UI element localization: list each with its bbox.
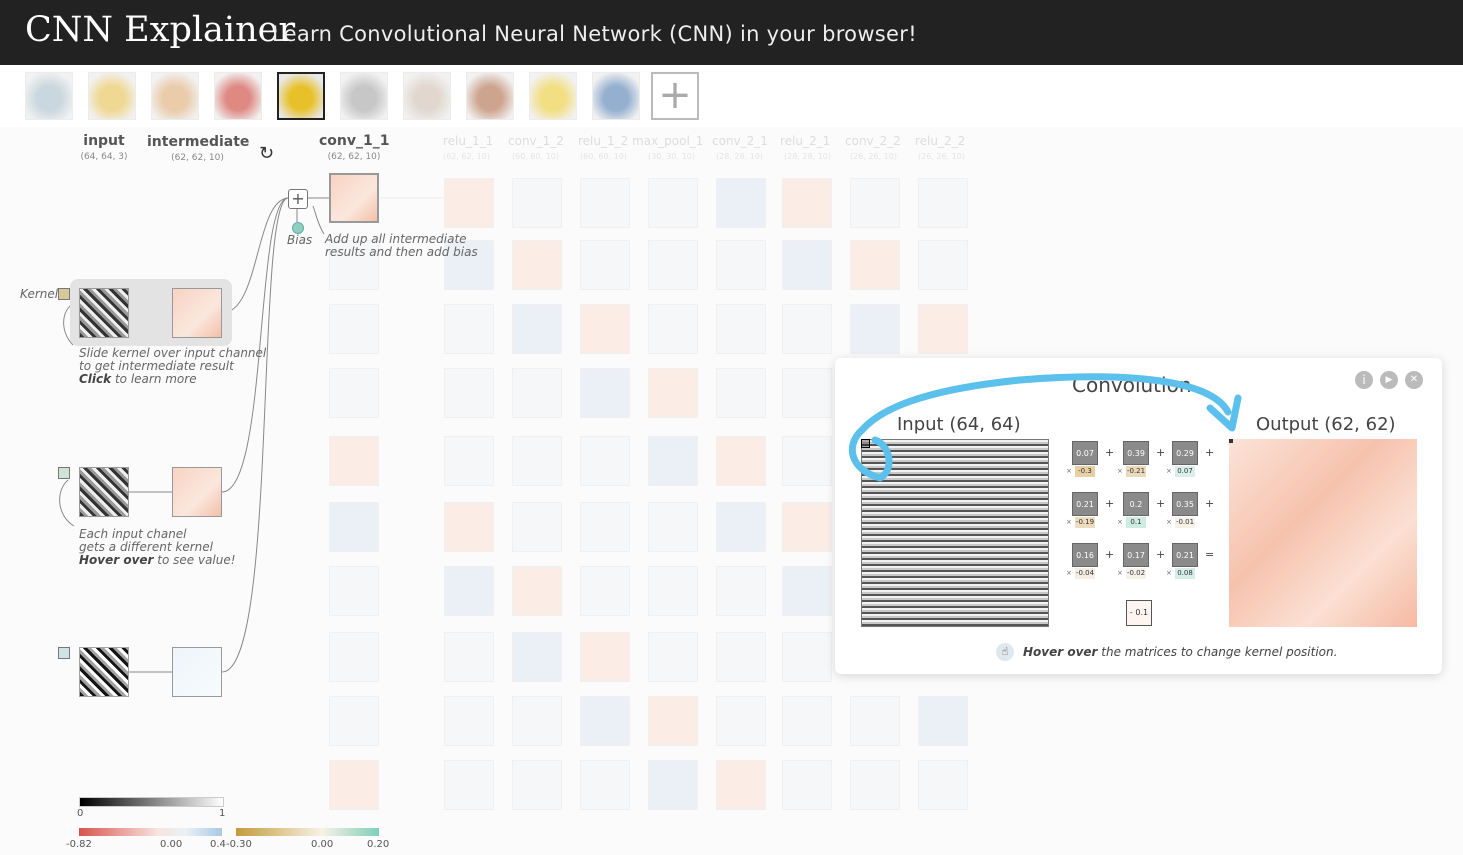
sum-node: + <box>288 189 308 209</box>
gray-legend-min: 0 <box>77 808 84 819</box>
gray-legend-bar <box>79 797 224 807</box>
intermediate-result-2[interactable] <box>172 467 222 517</box>
popup-hint: Hover over the matrices to change kernel… <box>1023 645 1337 659</box>
bias-label: Bias <box>287 233 313 247</box>
brownteal-legend-max: 0.20 <box>367 839 390 850</box>
redblue-legend-max: 0.4 <box>210 839 226 850</box>
matrix-cell-value[interactable]: 0.21 <box>1072 492 1098 516</box>
conv-output-map[interactable] <box>329 173 379 223</box>
matrix-cell-value[interactable]: 0.21 <box>1172 543 1198 567</box>
kernel-weight[interactable]: 0.07 <box>1175 466 1195 477</box>
intermediate-result-1[interactable] <box>172 288 222 338</box>
popup-input-image[interactable] <box>861 439 1049 627</box>
plus-operator: + <box>1105 446 1115 459</box>
times-operator: × <box>1117 569 1123 577</box>
matrix-cell-value[interactable]: 0.29 <box>1172 441 1198 465</box>
times-operator: × <box>1066 569 1072 577</box>
plus-operator: + <box>1205 497 1215 510</box>
kernel-icon-1[interactable] <box>58 288 70 300</box>
output-pixel-marker <box>1229 439 1233 443</box>
bias-value-box: - 0.1 <box>1126 600 1152 626</box>
gray-legend-max: 1 <box>219 808 226 819</box>
kernel-window[interactable] <box>861 439 870 448</box>
kernel-weight[interactable]: -0.3 <box>1075 466 1095 477</box>
slide-kernel-note: Slide kernel over input channel to get i… <box>79 347 266 386</box>
times-operator: × <box>1066 518 1072 526</box>
each-line-2: gets a different kernel <box>79 540 213 554</box>
input-channel-3[interactable] <box>79 647 129 697</box>
kernel-weight[interactable]: 0.08 <box>1175 568 1195 579</box>
times-operator: × <box>1117 467 1123 475</box>
matrix-cell-value[interactable]: 0.17 <box>1123 543 1149 567</box>
kernel-label: Kernel <box>20 287 59 301</box>
click-bold: Click <box>79 372 112 386</box>
plus-operator: + <box>1105 497 1115 510</box>
kernel-weight[interactable]: -0.19 <box>1075 517 1095 528</box>
kernel-weight[interactable]: 0.1 <box>1126 517 1146 528</box>
equals-operator: = <box>1205 548 1215 561</box>
slide-line-2: to get intermediate result <box>79 359 234 373</box>
add-up-line-1: Add up all intermediate <box>325 232 467 246</box>
kernel-weight[interactable]: -0.02 <box>1126 568 1146 579</box>
popup-output-image[interactable] <box>1229 439 1417 627</box>
each-line-1: Each input chanel <box>79 527 187 541</box>
kernel-weight[interactable]: -0.01 <box>1175 517 1195 528</box>
plus-operator: + <box>1156 548 1166 561</box>
slide-line-1: Slide kernel over input channel <box>79 346 267 360</box>
matrix-cell-value[interactable]: 0.16 <box>1072 543 1098 567</box>
matrix-cell-value[interactable]: 0.07 <box>1072 441 1098 465</box>
times-operator: × <box>1166 467 1172 475</box>
brownteal-legend-mid: 0.00 <box>311 839 334 850</box>
info-icon[interactable]: i <box>1355 371 1373 389</box>
popup-output-label: Output (62, 62) <box>1256 414 1396 435</box>
redblue-legend-mid: 0.00 <box>160 839 183 850</box>
add-up-note: Add up all intermediate results and then… <box>325 233 478 259</box>
add-up-line-2: results and then add bias <box>325 245 478 259</box>
intermediate-result-3[interactable] <box>172 647 222 697</box>
popup-input-label: Input (64, 64) <box>897 414 1021 435</box>
times-operator: × <box>1166 518 1172 526</box>
times-operator: × <box>1117 518 1123 526</box>
plus-operator: + <box>1156 446 1166 459</box>
redblue-legend-bar <box>79 828 222 836</box>
close-icon[interactable]: ✕ <box>1405 371 1423 389</box>
times-operator: × <box>1066 467 1072 475</box>
plus-operator: + <box>1156 497 1166 510</box>
kernel-icon-3[interactable] <box>58 647 70 659</box>
redblue-legend-min: -0.82 <box>66 839 92 850</box>
input-channel-2[interactable] <box>79 467 129 517</box>
each-channel-note: Each input chanel gets a different kerne… <box>79 528 236 567</box>
matrix-cell-value[interactable]: 0.2 <box>1123 492 1149 516</box>
hover-rest: to see value! <box>153 553 236 567</box>
kernel-weight[interactable]: -0.21 <box>1126 466 1146 477</box>
play-icon[interactable]: ▶ <box>1380 371 1398 389</box>
brownteal-legend-bar <box>236 828 379 836</box>
input-channel-1[interactable] <box>79 288 129 338</box>
times-operator: × <box>1166 569 1172 577</box>
hint-rest: the matrices to change kernel position. <box>1097 645 1338 659</box>
popup-title: Convolution <box>1072 373 1192 397</box>
click-rest: to learn more <box>111 372 197 386</box>
kernel-icon-2[interactable] <box>58 467 70 479</box>
plus-operator: + <box>1105 548 1115 561</box>
brownteal-legend-min: -0.30 <box>226 839 252 850</box>
hint-bold: Hover over <box>1023 645 1098 659</box>
pointer-hand-icon: ☝ <box>996 643 1014 661</box>
matrix-cell-value[interactable]: 0.35 <box>1172 492 1198 516</box>
kernel-weight[interactable]: -0.04 <box>1075 568 1095 579</box>
hover-bold: Hover over <box>79 553 154 567</box>
plus-operator: + <box>1205 446 1215 459</box>
matrix-cell-value[interactable]: 0.39 <box>1123 441 1149 465</box>
